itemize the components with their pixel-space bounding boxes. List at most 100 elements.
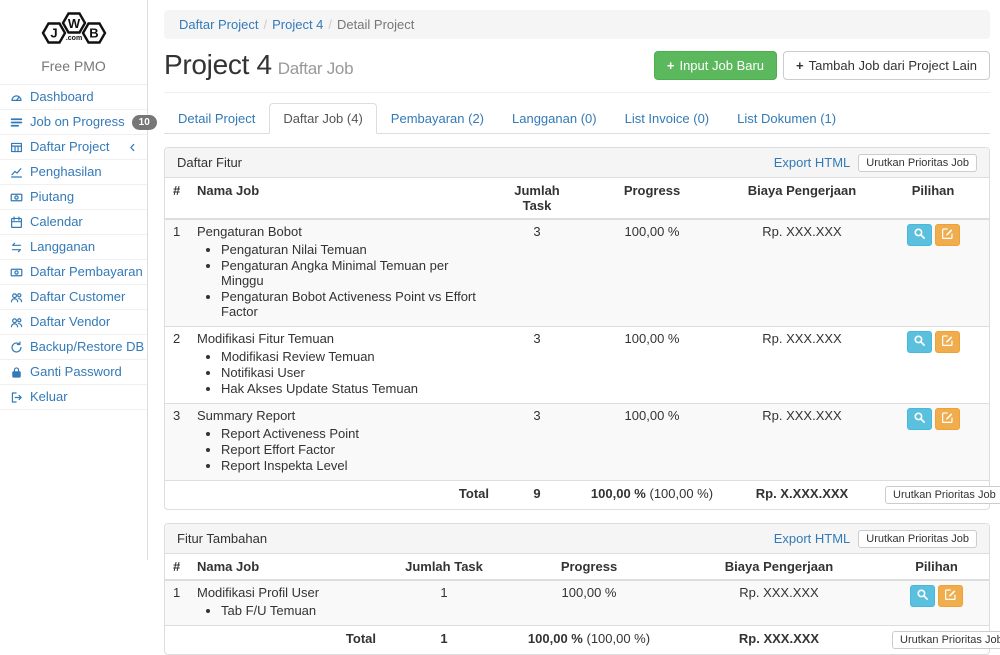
sidebar-item-label: Penghasilan xyxy=(30,164,102,180)
export-html-link[interactable]: Export HTML xyxy=(774,155,851,170)
sidebar-item-ganti-password[interactable]: Ganti Password xyxy=(0,360,147,385)
panel-heading: Fitur Tambahan Export HTML Urutkan Prior… xyxy=(165,524,989,554)
column-header-biaya-pengerjaan: Biaya Pengerjaan xyxy=(674,554,884,580)
sidebar-item-backup-restore-db[interactable]: Backup/Restore DB xyxy=(0,335,147,360)
row-number: 1 xyxy=(165,219,189,327)
job-name: Summary Report xyxy=(197,408,489,423)
sidebar-item-daftar-project[interactable]: Daftar Project xyxy=(0,135,147,160)
tab-detail-project[interactable]: Detail Project xyxy=(164,103,269,134)
total-biaya: Rp. XXX.XXX xyxy=(674,626,884,655)
sidebar-item-label: Dashboard xyxy=(30,89,94,105)
sidebar-item-piutang[interactable]: Piutang xyxy=(0,185,147,210)
sidebar-item-label: Backup/Restore DB xyxy=(30,339,144,355)
sidebar-item-daftar-vendor[interactable]: Daftar Vendor xyxy=(0,310,147,335)
view-job-button[interactable] xyxy=(910,585,935,607)
edit-job-button[interactable] xyxy=(935,408,960,430)
edit-job-button[interactable] xyxy=(938,585,963,607)
sidebar-item-dashboard[interactable]: Dashboard xyxy=(0,85,147,110)
job-row: 1 Modifikasi Profil User Tab F/U Temuan … xyxy=(165,580,989,626)
tasks-icon xyxy=(9,116,23,129)
sidebar-item-label: Job on Progress xyxy=(30,114,125,130)
subtask-item: Report Activeness Point xyxy=(221,426,489,441)
job-name-cell: Modifikasi Profil User Tab F/U Temuan xyxy=(189,580,384,626)
job-name: Modifikasi Fitur Temuan xyxy=(197,331,489,346)
subtask-list: Report Activeness PointReport Effort Fac… xyxy=(221,426,489,473)
subtask-item: Modifikasi Review Temuan xyxy=(221,349,489,364)
sidebar-item-daftar-pembayaran[interactable]: Daftar Pembayaran xyxy=(0,260,147,285)
search-icon xyxy=(916,588,929,604)
subtask-item: Pengaturan Angka Minimal Temuan per Ming… xyxy=(221,258,489,288)
plus-icon: + xyxy=(667,58,675,73)
tab-list-invoice-0[interactable]: List Invoice (0) xyxy=(611,103,724,134)
edit-icon xyxy=(941,227,954,243)
edit-icon xyxy=(941,334,954,350)
jumlah-task-value: 3 xyxy=(497,404,577,481)
refresh-icon xyxy=(9,341,23,354)
sidebar-item-langganan[interactable]: Langganan xyxy=(0,235,147,260)
svg-text:.com: .com xyxy=(65,35,81,42)
app-name: Free PMO xyxy=(0,56,147,84)
tab-list-dokumen-1[interactable]: List Dokumen (1) xyxy=(723,103,850,134)
row-number: 1 xyxy=(165,580,189,626)
job-name-cell: Pengaturan Bobot Pengaturan Nilai Temuan… xyxy=(189,219,497,327)
view-job-button[interactable] xyxy=(907,331,932,353)
panel-title: Daftar Fitur xyxy=(177,155,774,170)
column-header-no: # xyxy=(165,554,189,580)
breadcrumb-detail-project: Detail Project xyxy=(337,17,414,32)
column-header-jumlah-task: Jumlah Task xyxy=(497,178,577,219)
view-job-button[interactable] xyxy=(907,224,932,246)
urutkan-prioritas-job-button[interactable]: Urutkan Prioritas Job xyxy=(858,530,977,548)
export-html-link[interactable]: Export HTML xyxy=(774,531,851,546)
input-job-baru-button[interactable]: +Input Job Baru xyxy=(654,51,777,80)
column-header-biaya-pengerjaan: Biaya Pengerjaan xyxy=(727,178,877,219)
total-label: Total xyxy=(189,626,384,655)
panel-heading: Daftar Fitur Export HTML Urutkan Priorit… xyxy=(165,148,989,178)
breadcrumb-separator: / xyxy=(263,17,267,32)
search-icon xyxy=(913,411,926,427)
job-table: #Nama JobJumlah TaskProgressBiaya Penger… xyxy=(165,178,989,509)
sidebar-item-calendar[interactable]: Calendar xyxy=(0,210,147,235)
sidebar-item-keluar[interactable]: Keluar xyxy=(0,385,147,410)
sidebar-item-penghasilan[interactable]: Penghasilan xyxy=(0,160,147,185)
progress-value: 100,00 % xyxy=(577,404,727,481)
tab-daftar-job-4[interactable]: Daftar Job (4) xyxy=(269,103,376,134)
sidebar-item-label: Daftar Vendor xyxy=(30,314,110,330)
users-icon xyxy=(9,316,23,329)
biaya-value: Rp. XXX.XXX xyxy=(727,404,877,481)
edit-job-button[interactable] xyxy=(935,224,960,246)
sidebar-item-label: Daftar Project xyxy=(30,139,109,155)
total-progress: 100,00 % (100,00 %) xyxy=(504,626,674,655)
panel-title: Fitur Tambahan xyxy=(177,531,774,546)
subtask-item: Report Effort Factor xyxy=(221,442,489,457)
page-header: Project 4Daftar Job +Input Job Baru +Tam… xyxy=(164,39,990,93)
column-header-jumlah-task: Jumlah Task xyxy=(384,554,504,580)
total-biaya: Rp. X.XXX.XXX xyxy=(727,481,877,510)
biaya-value: Rp. XXX.XXX xyxy=(727,219,877,327)
subtask-item: Tab F/U Temuan xyxy=(221,603,376,618)
panel-fitur-tambahan: Fitur Tambahan Export HTML Urutkan Prior… xyxy=(164,523,990,655)
sidebar-item-job-on-progress[interactable]: Job on Progress10 xyxy=(0,110,147,135)
sidebar-item-daftar-customer[interactable]: Daftar Customer xyxy=(0,285,147,310)
job-name: Pengaturan Bobot xyxy=(197,224,489,239)
urutkan-prioritas-job-button[interactable]: Urutkan Prioritas Job xyxy=(858,154,977,172)
breadcrumb-project-4[interactable]: Project 4 xyxy=(272,17,323,32)
edit-job-button[interactable] xyxy=(935,331,960,353)
dashboard-icon xyxy=(9,91,23,104)
tab-pembayaran-2[interactable]: Pembayaran (2) xyxy=(377,103,498,134)
sidebar-item-label: Daftar Pembayaran xyxy=(30,264,143,280)
progress-value: 100,00 % xyxy=(577,219,727,327)
subtask-item: Report Inspekta Level xyxy=(221,458,489,473)
urutkan-prioritas-job-button[interactable]: Urutkan Prioritas Job xyxy=(885,486,1000,504)
panels-container: Daftar Fitur Export HTML Urutkan Priorit… xyxy=(164,147,990,655)
tambah-job-dari-project-lain-button[interactable]: +Tambah Job dari Project Lain xyxy=(783,51,990,80)
urutkan-prioritas-job-button[interactable]: Urutkan Prioritas Job xyxy=(892,631,1000,649)
tab-langganan-0[interactable]: Langganan (0) xyxy=(498,103,611,134)
line-chart-icon xyxy=(9,166,23,179)
total-label: Total xyxy=(189,481,497,510)
breadcrumb-daftar-project[interactable]: Daftar Project xyxy=(179,17,258,32)
jumlah-task-value: 3 xyxy=(497,327,577,404)
sidebar-item-label: Keluar xyxy=(30,389,68,405)
svg-text:J: J xyxy=(50,26,57,41)
sidebar-item-label: Ganti Password xyxy=(30,364,122,380)
view-job-button[interactable] xyxy=(907,408,932,430)
